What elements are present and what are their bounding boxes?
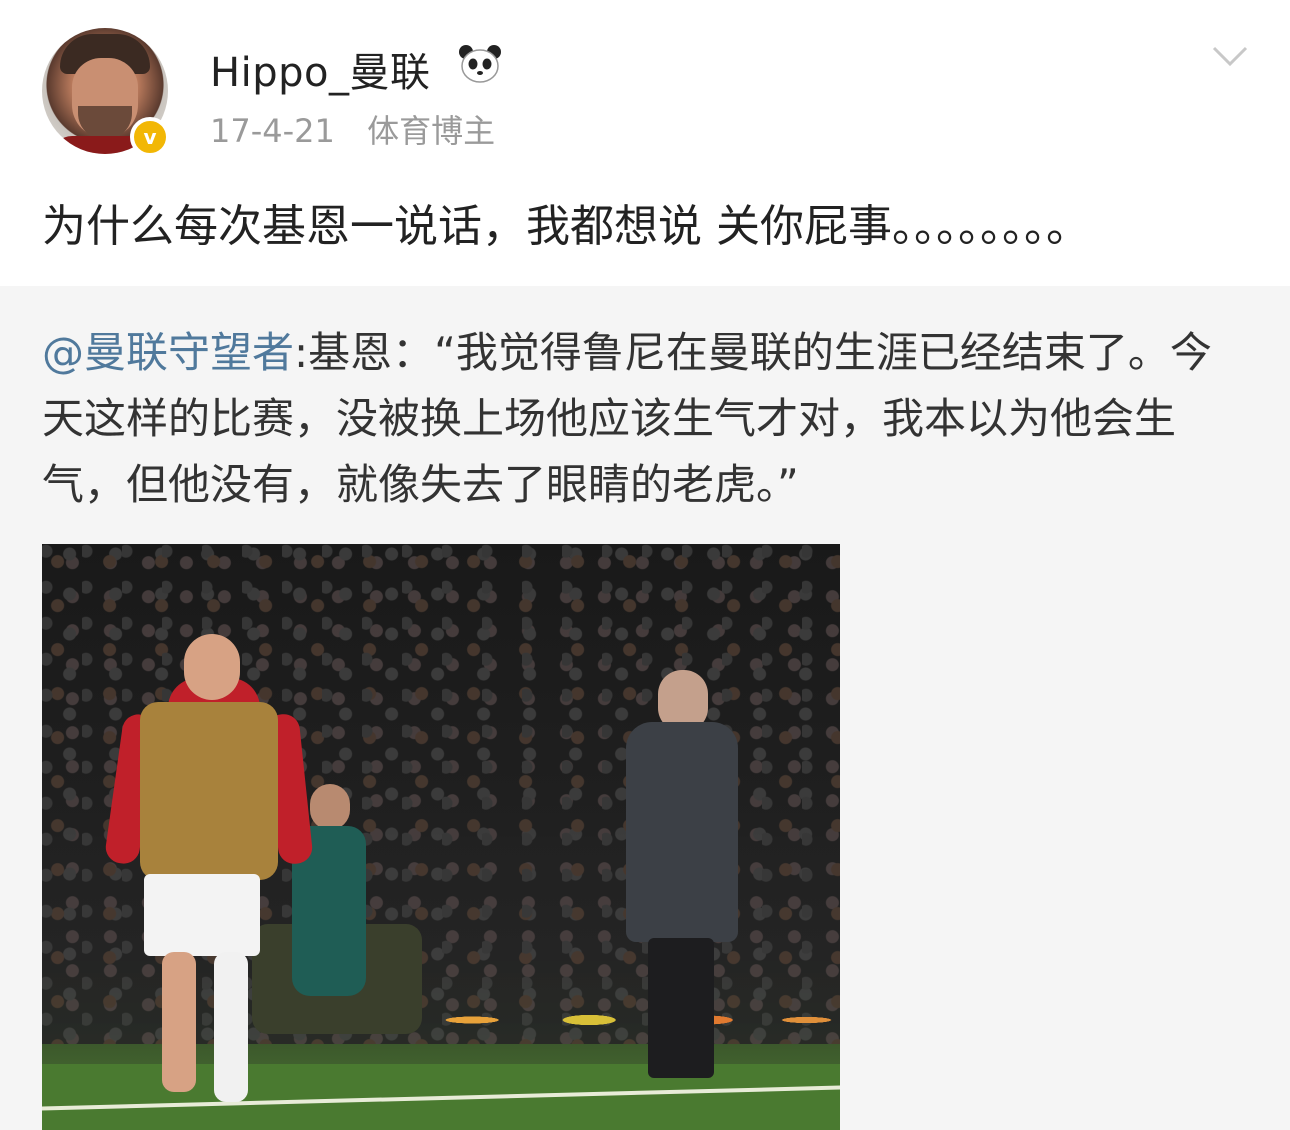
player-head [184,634,240,700]
manager-legs [648,938,714,1078]
player-left-leg [162,952,196,1092]
post-meta: 17-4-21 体育博主 [210,106,495,152]
repost-card[interactable]: @曼联守望者:基恩：“我觉得鲁尼在曼联的生涯已经结束了。今天这样的比赛，没被换上… [0,286,1290,1130]
chevron-down-icon[interactable] [1210,42,1250,70]
post-time: 17-4-21 [210,112,335,150]
player-bib [140,702,278,880]
user-tag: 体育博主 [367,112,496,150]
username[interactable]: Hippo_曼联 [210,40,430,98]
official-head [310,784,350,830]
repost-photo[interactable] [42,544,840,1130]
manager-coat [626,722,738,942]
photo-player [103,634,314,1104]
post-header: v Hippo_曼联 17-4-21 体育博主 为什么每次基恩一说话，我都想说 … [0,0,1290,286]
post-text: 为什么每次基恩一说话，我都想说 关你屁事。。。。。。。。 [42,201,1090,252]
repost-mention[interactable]: @曼联守望者 [42,328,294,377]
photo-manager [622,670,742,1090]
repost-text: @曼联守望者:基恩：“我觉得鲁尼在曼联的生涯已经结束了。今天这样的比赛，没被换上… [42,320,1252,518]
player-right-leg [214,952,248,1102]
panda-emoji-icon [459,45,501,83]
verified-badge-icon: v [130,117,170,157]
player-shorts [144,874,260,956]
avatar-beard [78,106,132,140]
